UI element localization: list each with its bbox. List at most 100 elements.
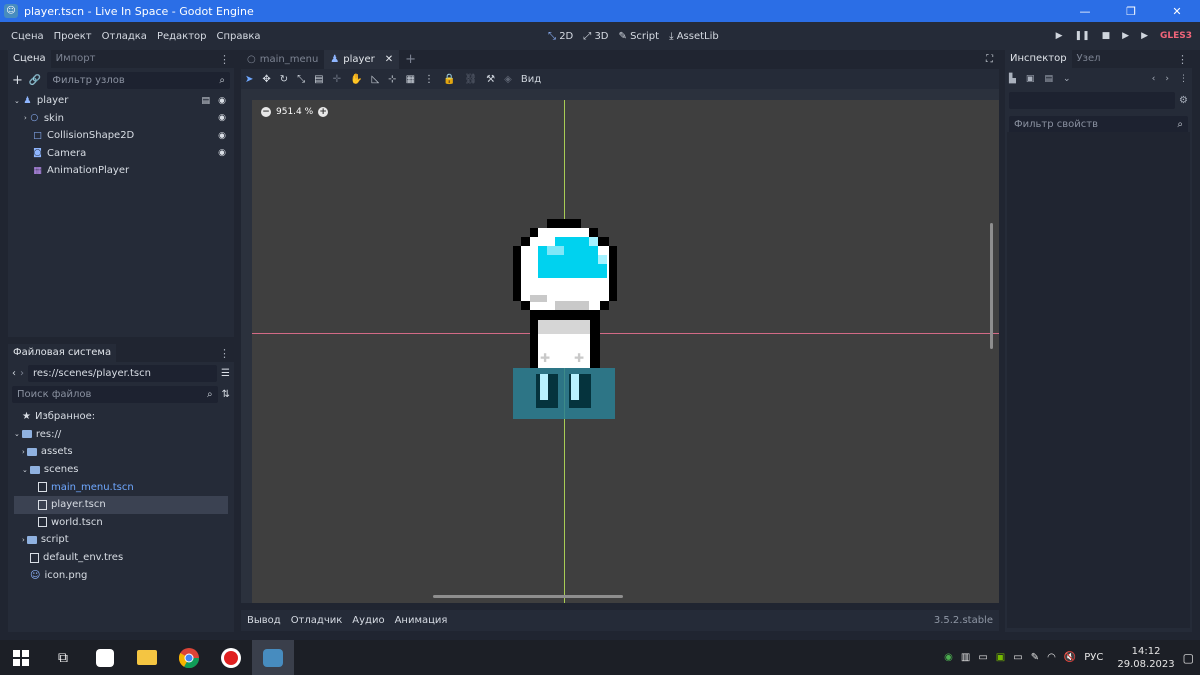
- sort-icon[interactable]: ⇅: [222, 389, 230, 400]
- play-icon[interactable]: ▶: [1056, 31, 1063, 41]
- close-tab-icon[interactable]: ✕: [385, 50, 393, 69]
- object-properties-icon[interactable]: ⚙: [1179, 95, 1188, 106]
- mode-assetlib-button[interactable]: ⤓ AssetLib: [669, 31, 719, 42]
- mode-2d-button[interactable]: ⤡ 2D: [548, 31, 573, 42]
- notifications-icon[interactable]: ▢: [1183, 651, 1194, 665]
- file-icon-png[interactable]: ☺ icon.png: [14, 566, 234, 584]
- menu-scene[interactable]: Сцена: [6, 31, 49, 42]
- play-scene-icon[interactable]: ▶: [1122, 31, 1129, 41]
- horizontal-scroll-thumb[interactable]: [433, 595, 623, 598]
- task-view-button[interactable]: ⧉: [42, 640, 84, 675]
- minimize-button[interactable]: —: [1062, 0, 1108, 22]
- file-world-tscn[interactable]: world.tscn: [14, 514, 234, 532]
- select-mode-icon[interactable]: ➤: [245, 74, 253, 85]
- canvas-viewport[interactable]: − 951.4 % + ✚ ✚: [241, 89, 999, 603]
- forward-icon[interactable]: ›: [20, 368, 24, 379]
- mode-3d-button[interactable]: ⤢ 3D: [583, 31, 608, 42]
- player-sprite[interactable]: ✚ ✚: [513, 219, 617, 419]
- language-indicator[interactable]: РУС: [1084, 652, 1103, 663]
- visibility-eye-icon[interactable]: ◉: [218, 131, 226, 141]
- dock-menu-icon[interactable]: ⋮: [219, 53, 230, 66]
- file-player-tscn[interactable]: player.tscn: [14, 495, 228, 514]
- dock-menu-icon[interactable]: ⋮: [1177, 53, 1188, 66]
- bone-icon[interactable]: ⚒: [486, 74, 495, 85]
- battery-icon[interactable]: ▭: [1013, 652, 1022, 663]
- start-button[interactable]: [0, 640, 42, 675]
- move-mode-icon[interactable]: ✥: [262, 74, 270, 85]
- view-menu[interactable]: Вид: [521, 74, 541, 85]
- menu-debug[interactable]: Отладка: [97, 31, 152, 42]
- file-main-menu-tscn[interactable]: main_menu.tscn: [14, 478, 234, 496]
- folder-scenes[interactable]: ⌄ scenes: [14, 461, 234, 479]
- zoom-out-button[interactable]: −: [261, 107, 271, 117]
- tab-import[interactable]: Импорт: [51, 50, 101, 68]
- path-field[interactable]: res://scenes/player.tscn: [28, 364, 218, 382]
- pen-icon[interactable]: ✎: [1031, 652, 1039, 663]
- taskbar-explorer[interactable]: [126, 640, 168, 675]
- close-button[interactable]: ✕: [1154, 0, 1200, 22]
- folder-assets[interactable]: › assets: [14, 443, 234, 461]
- play-custom-icon[interactable]: ▶: [1141, 31, 1148, 41]
- add-tab-button[interactable]: +: [399, 50, 422, 69]
- object-selector[interactable]: [1009, 91, 1176, 109]
- taskbar-recorder[interactable]: [210, 640, 252, 675]
- tray-monitor-icon[interactable]: ▭: [978, 652, 987, 663]
- visibility-eye-icon[interactable]: ◉: [218, 113, 226, 123]
- file-default-env[interactable]: default_env.tres: [14, 549, 234, 567]
- tab-filesystem[interactable]: Файловая система: [8, 344, 117, 362]
- lock-icon[interactable]: 🔒: [443, 74, 455, 85]
- pivot-icon[interactable]: ✛: [333, 74, 341, 85]
- menu-help[interactable]: Справка: [212, 31, 266, 42]
- camera-override-icon[interactable]: ◈: [504, 74, 512, 85]
- tab-scene[interactable]: Сцена: [8, 50, 51, 68]
- history-forward-icon[interactable]: ›: [1165, 74, 1169, 84]
- zoom-level[interactable]: 951.4 %: [276, 107, 313, 117]
- grid-snap-icon[interactable]: ▦: [406, 74, 415, 85]
- snap-options-icon[interactable]: ⋮: [424, 74, 434, 85]
- save-resource-icon[interactable]: ▤: [1044, 74, 1053, 84]
- history-icon[interactable]: ⋮: [1179, 74, 1188, 84]
- favorites-row[interactable]: ★ Избранное:: [14, 408, 234, 426]
- menu-editor[interactable]: Редактор: [152, 31, 212, 42]
- taskbar-chrome[interactable]: [168, 640, 210, 675]
- tab-main-menu[interactable]: ○ main_menu: [241, 50, 324, 69]
- tray-chart-icon[interactable]: ▥: [961, 652, 970, 663]
- folder-res-root[interactable]: ⌄ res://: [14, 426, 234, 444]
- mode-script-button[interactable]: ✎ Script: [619, 31, 660, 42]
- open-resource-icon[interactable]: ▣: [1026, 74, 1035, 84]
- renderer-selector[interactable]: GLES3: [1160, 31, 1192, 41]
- tab-player[interactable]: ♟ player ✕: [324, 50, 400, 69]
- tree-node-animationplayer[interactable]: ▦ AnimationPlayer: [14, 162, 234, 180]
- visibility-eye-icon[interactable]: ◉: [218, 96, 226, 106]
- pan-mode-icon[interactable]: ✋: [350, 74, 362, 85]
- taskbar-app-1[interactable]: [84, 640, 126, 675]
- visibility-eye-icon[interactable]: ◉: [218, 148, 226, 158]
- instance-scene-icon[interactable]: 🔗: [29, 75, 41, 86]
- clock[interactable]: 14:12 29.08.2023: [1117, 645, 1174, 671]
- ruler-mode-icon[interactable]: ◺: [371, 74, 379, 85]
- tree-node-camera[interactable]: ◙ Camera ◉: [14, 145, 234, 163]
- tray-nvidia-icon[interactable]: ▣: [996, 652, 1005, 663]
- zoom-in-button[interactable]: +: [318, 107, 329, 117]
- node-filter-input[interactable]: Фильтр узлов ⌕: [47, 71, 230, 89]
- fullscreen-icon[interactable]: ⛶: [986, 54, 993, 65]
- tab-output[interactable]: Вывод: [247, 615, 281, 626]
- wifi-icon[interactable]: ◠: [1047, 652, 1056, 663]
- folder-script[interactable]: › script: [14, 531, 234, 549]
- tree-node-collisionshape2d[interactable]: □ CollisionShape2D ◉: [14, 127, 234, 145]
- tab-audio[interactable]: Аудио: [352, 615, 384, 626]
- list-select-icon[interactable]: ▤: [314, 74, 323, 85]
- taskbar-godot[interactable]: [252, 640, 294, 675]
- file-search-input[interactable]: Поиск файлов ⌕: [12, 385, 218, 403]
- vertical-scroll-thumb[interactable]: [990, 223, 993, 349]
- tab-node[interactable]: Узел: [1072, 50, 1106, 68]
- tab-animation[interactable]: Анимация: [395, 615, 448, 626]
- add-node-icon[interactable]: +: [12, 73, 23, 88]
- maximize-button[interactable]: ❐: [1108, 0, 1154, 22]
- back-icon[interactable]: ‹: [12, 368, 16, 379]
- tree-node-player[interactable]: ⌄ ♟ player ▤ ◉: [14, 92, 234, 110]
- split-mode-icon[interactable]: ☰: [221, 368, 230, 379]
- new-resource-icon[interactable]: ▙: [1009, 74, 1016, 84]
- group-icon[interactable]: ⛓: [464, 74, 477, 85]
- smart-snap-icon[interactable]: ⊹: [388, 74, 396, 85]
